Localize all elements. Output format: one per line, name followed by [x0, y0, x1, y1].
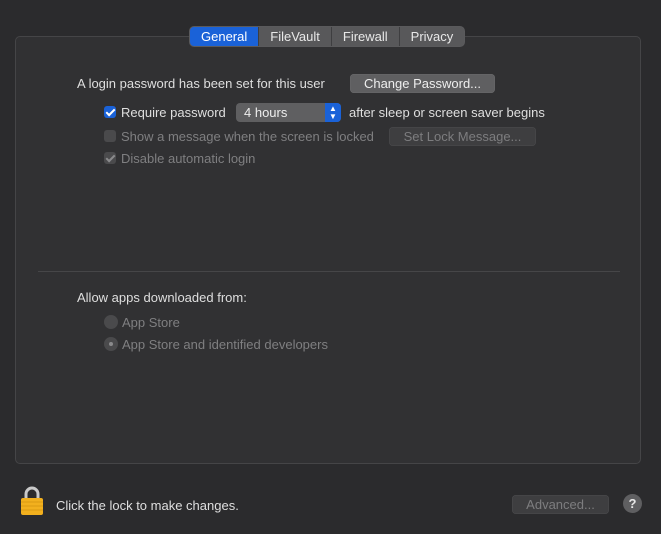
- password-delay-select[interactable]: 4 hours ▲ ▼: [236, 103, 341, 122]
- downloads-heading: Allow apps downloaded from:: [77, 290, 247, 305]
- tab-filevault[interactable]: FileVault: [258, 27, 331, 46]
- set-lock-message-button[interactable]: Set Lock Message...: [389, 127, 536, 146]
- disable-auto-login-checkbox[interactable]: [104, 152, 116, 164]
- disable-auto-login-label: Disable automatic login: [121, 151, 256, 166]
- require-password-suffix: after sleep or screen saver begins: [349, 105, 545, 120]
- login-status-text: A login password has been set for this u…: [77, 76, 325, 91]
- tab-bar: General FileVault Firewall Privacy: [189, 26, 466, 47]
- lock-icon[interactable]: [20, 486, 44, 516]
- require-password-checkbox[interactable]: [104, 106, 116, 118]
- chevron-updown-icon: ▲ ▼: [325, 103, 341, 122]
- radio-app-store-identified[interactable]: [104, 337, 118, 351]
- tab-general[interactable]: General: [190, 27, 259, 46]
- password-delay-value: 4 hours: [244, 105, 288, 120]
- radio-app-store[interactable]: [104, 315, 118, 329]
- lock-message-checkbox[interactable]: [104, 130, 116, 142]
- lock-message-label: Show a message when the screen is locked: [121, 129, 374, 144]
- tab-privacy[interactable]: Privacy: [398, 27, 465, 46]
- advanced-button[interactable]: Advanced...: [512, 495, 609, 514]
- general-panel: [15, 36, 641, 464]
- radio-app-store-label: App Store: [122, 315, 180, 330]
- tab-firewall[interactable]: Firewall: [330, 27, 399, 46]
- section-divider: [38, 271, 620, 272]
- change-password-button[interactable]: Change Password...: [350, 74, 495, 93]
- help-button[interactable]: ?: [623, 494, 642, 513]
- lock-status-text: Click the lock to make changes.: [56, 498, 239, 513]
- radio-app-store-identified-label: App Store and identified developers: [122, 337, 328, 352]
- require-password-label: Require password: [121, 105, 226, 120]
